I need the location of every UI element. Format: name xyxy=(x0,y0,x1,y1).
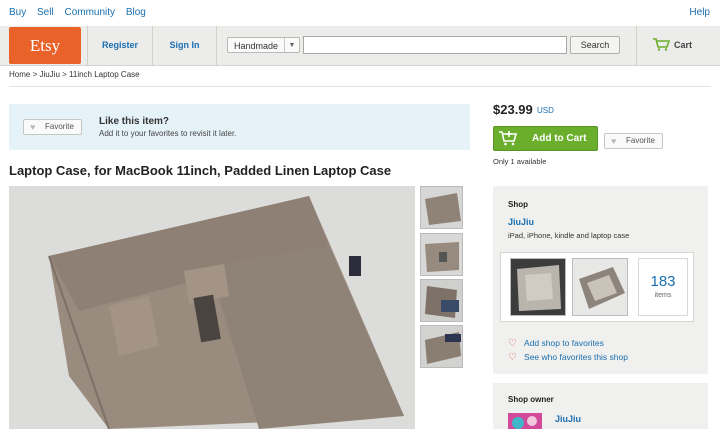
thumbnail[interactable] xyxy=(420,233,463,276)
favorite-label: Favorite xyxy=(45,122,74,131)
hearts-icon: ♡ xyxy=(508,352,517,363)
category-value: Handmade xyxy=(234,41,279,51)
thumbnail-image xyxy=(421,187,462,228)
favorite-label: Favorite xyxy=(626,136,655,145)
who-favorites-label: See who favorites this shop xyxy=(524,352,628,362)
shop-item-count[interactable]: 183 items xyxy=(638,258,688,316)
thumbnail-image xyxy=(421,280,462,321)
item-count-label: items xyxy=(654,292,672,299)
shop-item-thumbnail[interactable] xyxy=(510,258,566,316)
like-subtitle: Add it to your favorites to revisit it l… xyxy=(99,129,237,138)
add-shop-favorites-link[interactable]: ♡ Add shop to favorites xyxy=(508,337,604,349)
shop-item-thumbnail[interactable] xyxy=(572,258,628,316)
search-button[interactable]: Search xyxy=(570,36,620,54)
item-title: Laptop Case, for MacBook 11inch, Padded … xyxy=(9,163,392,178)
shop-item-image xyxy=(573,259,627,315)
add-shop-favorites-label: Add shop to favorites xyxy=(524,338,604,348)
cart-label: Cart xyxy=(674,40,693,50)
owner-avatar[interactable] xyxy=(508,413,542,429)
cart-icon xyxy=(653,38,670,51)
etsy-logo[interactable]: Etsy xyxy=(9,27,81,64)
cart-button[interactable]: Cart xyxy=(637,26,720,65)
add-to-cart-icon xyxy=(499,131,518,146)
currency-label[interactable]: USD xyxy=(537,106,554,115)
thumbnail-image xyxy=(421,234,462,275)
thumbnail-image xyxy=(421,326,462,367)
avatar-image xyxy=(508,413,542,429)
laptop-case-illustration xyxy=(9,186,415,429)
availability-text: Only 1 available xyxy=(493,157,547,166)
signin-button[interactable]: Sign In xyxy=(153,26,216,65)
add-to-cart-label: Add to Cart xyxy=(532,133,587,144)
buy-link[interactable]: Buy xyxy=(9,7,26,18)
item-count-number: 183 xyxy=(650,273,676,290)
shop-name-link[interactable]: JiuJiu xyxy=(508,217,534,227)
header-divider xyxy=(216,26,217,65)
heart-outline-icon: ♡ xyxy=(508,338,517,349)
sell-link[interactable]: Sell xyxy=(37,7,54,18)
blog-link[interactable]: Blog xyxy=(126,7,146,18)
heart-icon: ♥ xyxy=(611,136,617,146)
owner-heading: Shop owner xyxy=(508,395,554,404)
search-input[interactable] xyxy=(303,36,567,54)
shop-heading: Shop xyxy=(508,200,528,209)
register-button[interactable]: Register xyxy=(88,26,152,65)
favorite-button[interactable]: ♥ Favorite xyxy=(23,119,82,135)
breadcrumb[interactable]: Home > JiuJiu > 11inch Laptop Case xyxy=(9,70,140,79)
like-title: Like this item? xyxy=(99,116,170,127)
community-link[interactable]: Community xyxy=(64,7,115,18)
help-link[interactable]: Help xyxy=(689,7,710,18)
shop-description: iPad, iPhone, kindle and laptop case xyxy=(508,231,630,240)
thumbnail[interactable] xyxy=(420,325,463,368)
favorite-button[interactable]: ♥ Favorite xyxy=(604,133,663,149)
thumbnail[interactable] xyxy=(420,279,463,322)
add-to-cart-button[interactable]: Add to Cart xyxy=(493,126,598,151)
category-select[interactable]: Handmade ▼ xyxy=(227,37,300,53)
chevron-down-icon: ▼ xyxy=(284,38,299,52)
owner-name-link[interactable]: JiuJiu xyxy=(555,414,581,424)
divider xyxy=(9,86,711,87)
who-favorites-link[interactable]: ♡ See who favorites this shop xyxy=(508,351,628,363)
heart-icon: ♥ xyxy=(30,122,36,132)
thumbnail[interactable] xyxy=(420,186,463,229)
item-price: $23.99 xyxy=(493,102,533,117)
main-product-image[interactable] xyxy=(9,186,415,429)
shop-item-image xyxy=(511,259,565,315)
top-nav: Buy Sell Community Blog xyxy=(9,7,154,18)
